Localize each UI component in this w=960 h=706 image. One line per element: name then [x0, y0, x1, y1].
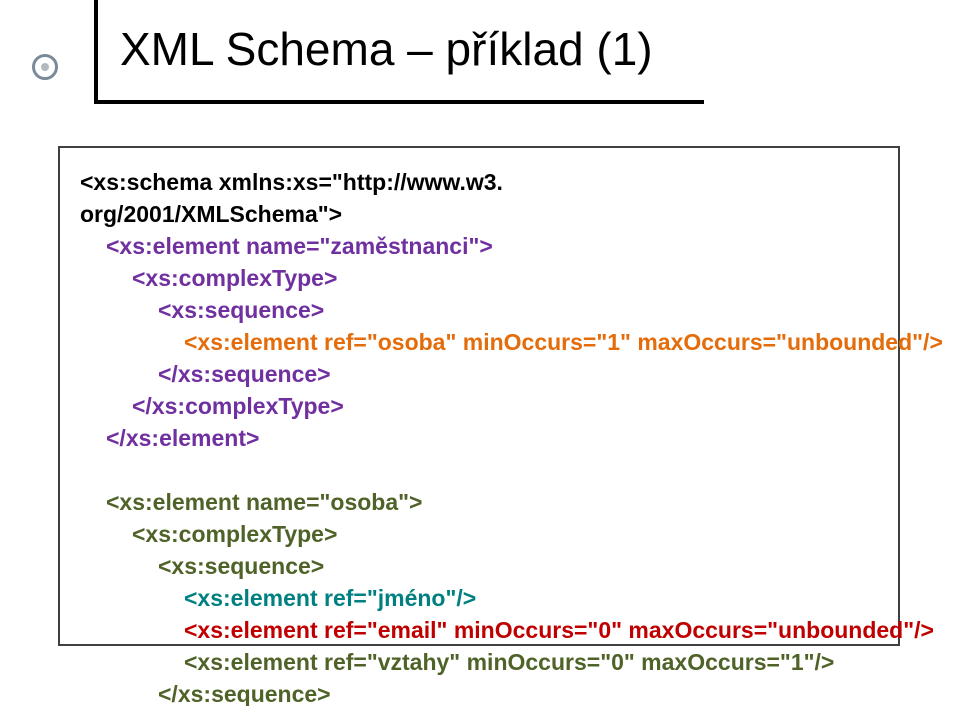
code-line: org/2001/XMLSchema">: [80, 198, 878, 230]
code-line: </xs:sequence>: [80, 358, 878, 390]
slide: XML Schema – příklad (1) <xs:schema xmln…: [0, 0, 960, 706]
bullet-icon: [32, 54, 58, 80]
code-line: </xs:element>: [80, 422, 878, 454]
code-line: <xs:sequence>: [80, 294, 878, 326]
code-line: <xs:complexType>: [80, 518, 878, 550]
blank-line: [80, 454, 878, 486]
code-line: <xs:element name="zaměstnanci">: [80, 230, 878, 262]
code-line: </xs:complexType>: [80, 390, 878, 422]
title-rule-vertical: [94, 0, 98, 100]
code-line: </xs:sequence>: [80, 678, 878, 706]
code-line: <xs:element name="osoba">: [80, 486, 878, 518]
code-line: <xs:schema xmlns:xs="http://www.w3.: [80, 166, 878, 198]
title-rule-horizontal: [94, 100, 704, 104]
code-line: <xs:element ref="jméno"/>: [80, 582, 878, 614]
code-line: <xs:sequence>: [80, 550, 878, 582]
code-box: <xs:schema xmlns:xs="http://www.w3. org/…: [58, 146, 900, 646]
code-line: <xs:element ref="osoba" minOccurs="1" ma…: [80, 326, 878, 358]
slide-title: XML Schema – příklad (1): [120, 22, 653, 76]
code-line: <xs:element ref="vztahy" minOccurs="0" m…: [80, 646, 878, 678]
code-line: <xs:complexType>: [80, 262, 878, 294]
code-line: <xs:element ref="email" minOccurs="0" ma…: [80, 614, 878, 646]
